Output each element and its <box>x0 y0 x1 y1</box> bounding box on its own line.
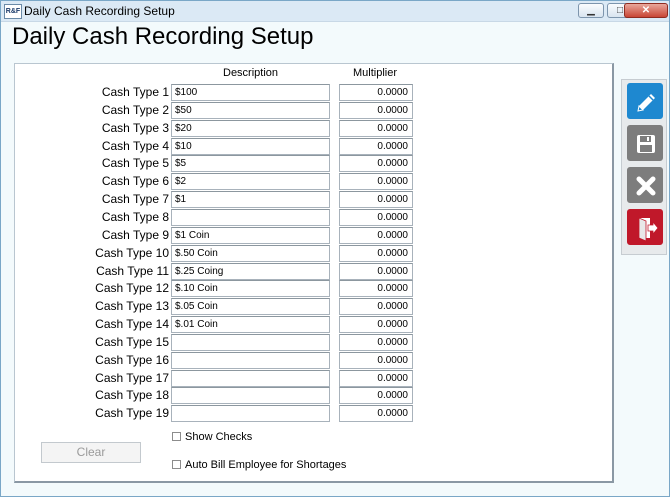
cash-type-label: Cash Type 1 <box>101 85 169 99</box>
description-field[interactable] <box>171 351 330 369</box>
multiplier-field[interactable]: 0.0000 <box>339 351 413 369</box>
multiplier-field[interactable]: 0.0000 <box>339 173 413 191</box>
title-bar[interactable]: R&F Daily Cash Recording Setup ▁ □ ✕ <box>1 1 669 22</box>
exit-icon <box>638 217 659 242</box>
cancel-button[interactable] <box>627 167 663 203</box>
multiplier-field[interactable]: 0.0000 <box>339 244 413 262</box>
cancel-icon <box>636 176 656 196</box>
description-field[interactable]: $5 <box>171 155 330 173</box>
multiplier-column-header: Multiplier <box>353 67 398 79</box>
show-checks-checkbox[interactable] <box>172 432 181 441</box>
cash-type-label: Cash Type 11 <box>96 263 169 278</box>
cash-type-label: Cash Type 17 <box>95 370 169 385</box>
cash-type-label: Cash Type 14 <box>95 317 169 332</box>
page-title: Daily Cash Recording Setup <box>12 23 314 50</box>
cash-type-label: Cash Type 15 <box>95 334 169 349</box>
description-field[interactable]: $20 <box>171 119 330 137</box>
save-icon <box>637 135 655 153</box>
multiplier-field[interactable]: 0.0000 <box>339 333 413 351</box>
cash-type-label: Cash Type 16 <box>95 352 169 367</box>
description-field[interactable]: $10 <box>171 137 330 155</box>
cash-type-label: Cash Type 13 <box>95 299 169 314</box>
description-field[interactable] <box>171 333 330 351</box>
cash-type-label: Cash Type 19 <box>95 406 169 421</box>
description-field[interactable]: $.05 Coin <box>171 298 330 316</box>
multiplier-field[interactable]: 0.0000 <box>339 155 413 173</box>
auto-bill-checkbox[interactable] <box>172 460 181 469</box>
description-field[interactable] <box>171 405 330 423</box>
show-checks-label: Show Checks <box>185 431 253 443</box>
multiplier-field[interactable]: 0.0000 <box>339 387 413 405</box>
cash-type-label: Cash Type 10 <box>95 245 169 260</box>
cash-type-label: Cash Type 4 <box>101 138 169 153</box>
description-field[interactable]: $2 <box>171 173 330 191</box>
cash-type-label: Cash Type 7 <box>101 192 169 207</box>
description-field[interactable]: $100 <box>171 84 330 101</box>
cash-type-label: Cash Type 2 <box>101 102 169 117</box>
cash-type-label: Cash Type 9 <box>101 227 169 242</box>
app-logo-icon: R&F <box>4 4 22 19</box>
multiplier-field[interactable]: 0.0000 <box>339 137 413 155</box>
multiplier-field[interactable]: 0.0000 <box>339 262 413 280</box>
multiplier-field[interactable]: 0.0000 <box>339 101 413 119</box>
pencil-icon <box>637 94 655 112</box>
cash-type-label: Cash Type 5 <box>101 156 169 171</box>
action-toolbar <box>621 79 667 255</box>
cash-type-label: Cash Type 18 <box>95 388 169 403</box>
multiplier-field[interactable]: 0.0000 <box>339 208 413 226</box>
description-field[interactable]: $1 <box>171 191 330 209</box>
description-field[interactable]: $1 Coin <box>171 226 330 244</box>
multiplier-field[interactable]: 0.0000 <box>339 369 413 387</box>
auto-bill-label: Auto Bill Employee for Shortages <box>185 459 347 471</box>
description-field[interactable] <box>171 369 330 387</box>
description-field[interactable] <box>171 387 330 405</box>
multiplier-field[interactable]: 0.0000 <box>339 316 413 334</box>
clear-button[interactable]: Clear <box>41 442 141 463</box>
cash-type-label: Cash Type 12 <box>95 281 169 296</box>
description-field[interactable]: $.10 Coin <box>171 280 330 298</box>
edit-button[interactable] <box>627 83 663 119</box>
cash-type-label: Cash Type 3 <box>101 120 169 135</box>
window-title: Daily Cash Recording Setup <box>24 4 175 18</box>
save-button[interactable] <box>627 125 663 161</box>
multiplier-field[interactable]: 0.0000 <box>339 280 413 298</box>
multiplier-field[interactable]: 0.0000 <box>339 226 413 244</box>
description-field[interactable]: $.01 Coin <box>171 316 330 334</box>
exit-button[interactable] <box>627 209 663 245</box>
description-field[interactable] <box>171 208 330 226</box>
description-field[interactable]: $.50 Coin <box>171 244 330 262</box>
cash-type-label: Cash Type 8 <box>101 209 169 224</box>
multiplier-field[interactable]: 0.0000 <box>339 405 413 423</box>
description-field[interactable]: $50 <box>171 101 330 119</box>
multiplier-field[interactable]: 0.0000 <box>339 119 413 137</box>
minimize-button[interactable]: ▁ <box>578 3 604 18</box>
app-window: R&F Daily Cash Recording Setup ▁ □ ✕ Dai… <box>0 0 670 497</box>
description-field[interactable]: $.25 Coing <box>171 262 330 280</box>
cash-type-label: Cash Type 6 <box>101 174 169 189</box>
close-button[interactable]: ✕ <box>624 3 668 18</box>
multiplier-field[interactable]: 0.0000 <box>339 298 413 316</box>
multiplier-field[interactable]: 0.0000 <box>339 84 413 101</box>
multiplier-field[interactable]: 0.0000 <box>339 191 413 209</box>
description-column-header: Description <box>223 67 279 79</box>
